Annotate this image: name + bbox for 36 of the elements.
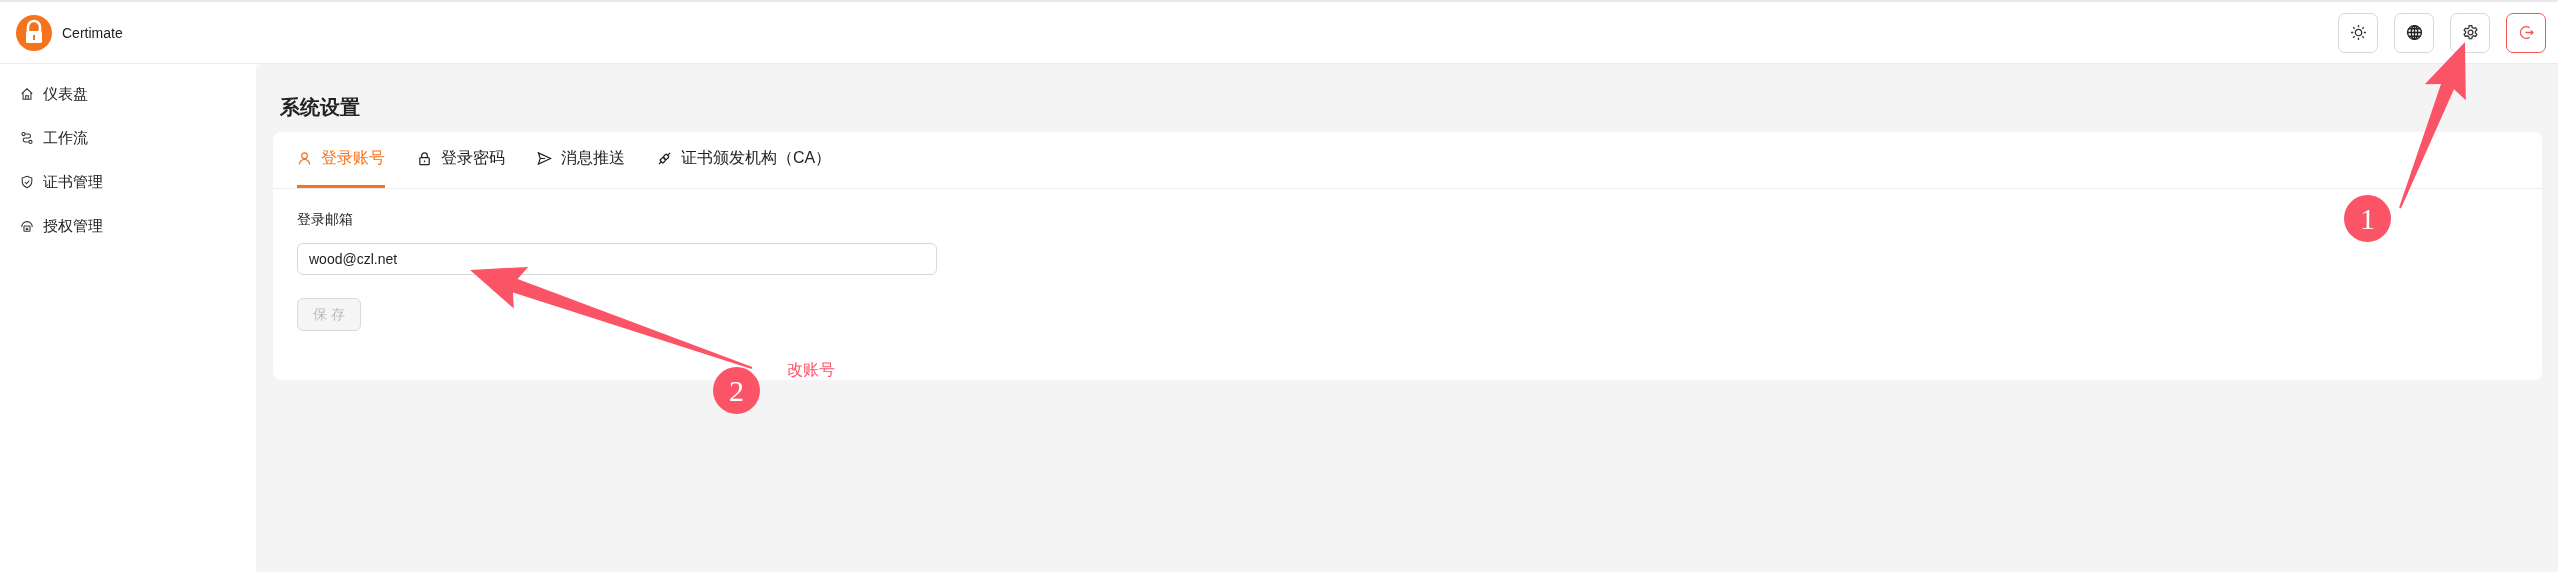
language-button[interactable] [2394, 12, 2434, 53]
globe-icon [2405, 24, 2423, 41]
shield-check-icon [20, 175, 34, 189]
settings-icon [2461, 24, 2479, 41]
tab[interactable]: 消息推送 [537, 132, 625, 188]
tab[interactable]: 登录密码 [417, 132, 505, 188]
plug-icon [657, 151, 672, 166]
sidebar-item-label: 仪表盘 [43, 84, 88, 104]
email-field[interactable]: wood@czl.net [297, 243, 937, 275]
user-icon [297, 151, 312, 166]
home-icon [20, 87, 34, 101]
send-icon [537, 151, 552, 166]
annotation-note: 改账号 [787, 360, 835, 380]
sidebar-item-label: 证书管理 [43, 172, 103, 192]
sidebar-item[interactable]: 仪表盘 [0, 72, 256, 116]
sidebar-item[interactable]: 工作流 [0, 116, 256, 160]
sun-icon [2349, 24, 2367, 41]
tab-label: 登录账号 [321, 148, 385, 168]
sidebar-item[interactable]: 授权管理 [0, 204, 256, 248]
sidebar-item-label: 授权管理 [43, 216, 103, 236]
tab-label: 证书颁发机构（CA） [681, 148, 832, 168]
tab-label: 登录密码 [441, 148, 505, 168]
settings-button[interactable] [2450, 12, 2490, 53]
sidebar-item[interactable]: 证书管理 [0, 160, 256, 204]
page-title: 系统设置 [280, 95, 361, 120]
tab[interactable]: 证书颁发机构（CA） [657, 132, 832, 188]
sidebar-item-label: 工作流 [43, 128, 88, 148]
theme-toggle-button[interactable] [2338, 12, 2378, 53]
tab-label: 消息推送 [561, 148, 625, 168]
logout-button[interactable] [2506, 12, 2546, 53]
lock-icon [417, 151, 432, 166]
field-label: 登录邮箱 [297, 211, 353, 229]
brand-name: Certimate [62, 24, 123, 41]
logout-icon [2517, 24, 2535, 41]
lock-logo-icon [16, 14, 52, 51]
workflow-icon [20, 131, 34, 145]
